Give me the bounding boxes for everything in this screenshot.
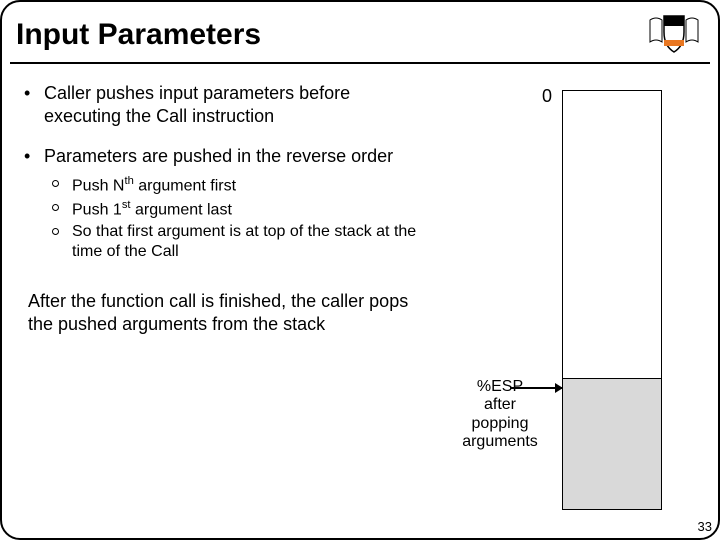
sub2-pre: Push 1 bbox=[72, 201, 122, 218]
stack-diagram bbox=[562, 90, 662, 510]
sub2-post: argument last bbox=[131, 201, 232, 218]
esp-line4: arguments bbox=[462, 433, 538, 450]
title-bar: Input Parameters bbox=[10, 8, 710, 64]
esp-line2: after bbox=[484, 396, 516, 413]
esp-label: %ESP after popping arguments bbox=[450, 378, 550, 452]
slide-frame: Input Parameters Caller pushes input par… bbox=[0, 0, 720, 540]
sub-bullet-3: So that first argument is at top of the … bbox=[44, 222, 430, 262]
bullet-list: Caller pushes input parameters before ex… bbox=[20, 82, 430, 262]
slide-title: Input Parameters bbox=[16, 18, 261, 52]
esp-arrow-icon bbox=[510, 387, 562, 389]
sub1-sup: th bbox=[124, 175, 133, 187]
sub-bullet-1: Push Nth argument first bbox=[44, 174, 430, 196]
content-area: Caller pushes input parameters before ex… bbox=[20, 82, 430, 335]
sub-bullet-list: Push Nth argument first Push 1st argumen… bbox=[44, 174, 430, 263]
bullet-2: Parameters are pushed in the reverse ord… bbox=[20, 145, 430, 262]
sub-bullet-2: Push 1st argument last bbox=[44, 198, 430, 220]
stack-shaded-region bbox=[563, 378, 661, 509]
bullet-1-text: Caller pushes input parameters before ex… bbox=[44, 83, 350, 126]
bullet-1: Caller pushes input parameters before ex… bbox=[20, 82, 430, 127]
sub3-text: So that first argument is at top of the … bbox=[72, 223, 416, 260]
sub1-post: argument first bbox=[134, 177, 236, 194]
princeton-shield-icon bbox=[644, 12, 704, 58]
after-paragraph: After the function call is finished, the… bbox=[20, 290, 430, 335]
stack-zero-label: 0 bbox=[542, 86, 552, 107]
sub2-sup: st bbox=[122, 199, 131, 211]
sub1-pre: Push N bbox=[72, 177, 124, 194]
page-number: 33 bbox=[698, 519, 712, 534]
esp-line3: popping bbox=[472, 415, 529, 432]
bullet-2-text: Parameters are pushed in the reverse ord… bbox=[44, 146, 393, 166]
